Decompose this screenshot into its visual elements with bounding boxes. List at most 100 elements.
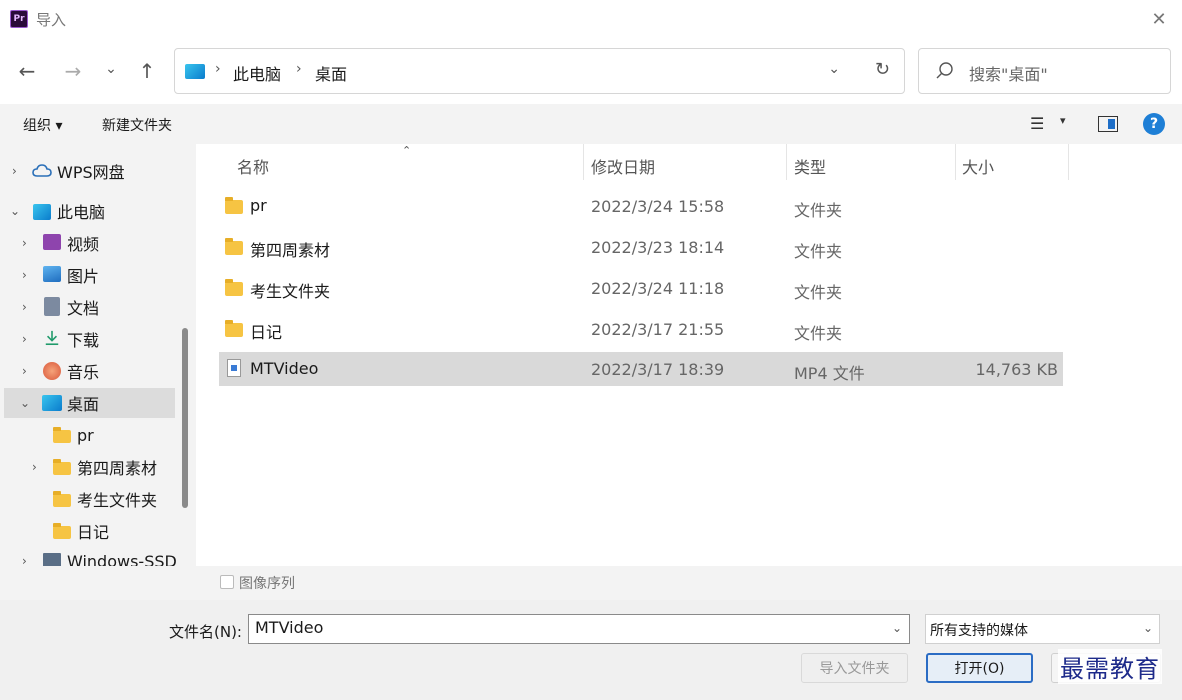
window-title: 导入	[36, 11, 67, 29]
tree-item-folder-week4[interactable]: › 第四周素材	[4, 452, 175, 482]
file-type: 文件夹	[794, 242, 843, 261]
search-placeholder: 搜索"桌面"	[969, 65, 1048, 84]
recent-locations-button[interactable]: ⌄	[98, 56, 124, 82]
forward-button[interactable]: →	[60, 58, 86, 84]
address-bar[interactable]: › 此电脑 › 桌面 ⌄ ↻	[174, 48, 905, 94]
column-divider[interactable]	[786, 144, 787, 180]
pictures-icon	[43, 266, 61, 282]
file-type: 文件夹	[794, 283, 843, 302]
import-folder-button[interactable]: 导入文件夹	[801, 653, 908, 683]
view-options-dropdown[interactable]: ▾	[1060, 114, 1066, 127]
tree-item-label: 第四周素材	[77, 459, 158, 478]
video-icon	[43, 234, 61, 250]
file-name: 考生文件夹	[250, 282, 331, 301]
command-bar: 组织 ▾ 新建文件夹 ☰ ▾ ?	[0, 104, 1182, 144]
column-divider[interactable]	[955, 144, 956, 180]
folder-icon	[53, 427, 71, 443]
file-name: 日记	[250, 323, 283, 342]
navigation-pane: › WPS网盘 ⌄ 此电脑 › 视频 › 图片 › 文档 › 下载 › 音乐 ⌄	[0, 144, 196, 566]
sort-ascending-icon: ⌃	[402, 144, 412, 157]
preview-pane-button[interactable]	[1098, 116, 1118, 132]
file-size: 14,763 KB	[975, 360, 1058, 379]
image-sequence-bar: 图像序列	[0, 566, 1182, 600]
collapse-arrow-icon[interactable]: ⌄	[10, 204, 20, 218]
expand-arrow-icon[interactable]: ›	[22, 236, 27, 250]
breadcrumb-this-pc[interactable]: 此电脑	[233, 61, 281, 85]
column-header-date[interactable]: 修改日期	[591, 154, 655, 178]
tree-item-videos[interactable]: › 视频	[4, 228, 175, 258]
column-header-name[interactable]: 名称	[237, 154, 269, 178]
tree-item-label: 下载	[67, 331, 100, 350]
navigation-pane-scrollbar[interactable]	[182, 328, 188, 508]
tree-item-documents[interactable]: › 文档	[4, 292, 175, 322]
this-pc-icon	[185, 64, 205, 79]
table-row[interactable]: 日记 2022/3/17 21:55 文件夹	[219, 312, 1063, 346]
file-type: MP4 文件	[794, 364, 865, 383]
tree-item-desktop[interactable]: ⌄ 桌面	[4, 388, 175, 418]
tree-item-label: 此电脑	[57, 203, 106, 222]
open-button[interactable]: 打开(O)	[926, 653, 1033, 683]
organize-menu-button[interactable]: 组织 ▾	[23, 115, 62, 135]
folder-icon	[53, 491, 71, 507]
tree-item-folder-examinee[interactable]: 考生文件夹	[4, 484, 175, 514]
table-row[interactable]: 考生文件夹 2022/3/24 11:18 文件夹	[219, 271, 1063, 305]
breadcrumb-desktop[interactable]: 桌面	[315, 61, 347, 85]
tree-item-label: 视频	[67, 235, 100, 254]
folder-icon	[225, 320, 243, 337]
file-list: ⌃ 名称 修改日期 类型 大小 pr 2022/3/24 15:58 文件夹 第…	[196, 144, 1182, 566]
column-header-type[interactable]: 类型	[794, 154, 826, 178]
filename-input[interactable]: MTVideo	[248, 614, 910, 644]
filter-selected-value: 所有支持的媒体	[930, 623, 1028, 639]
back-button[interactable]: ←	[14, 58, 40, 84]
file-name: MTVideo	[250, 359, 319, 378]
dialog-footer: 文件名(N): MTVideo ⌄ 所有支持的媒体 ⌄ 导入文件夹 打开(O) …	[0, 600, 1182, 700]
tree-item-this-pc[interactable]: ⌄ 此电脑	[4, 196, 175, 226]
table-row[interactable]: pr 2022/3/24 15:58 文件夹	[219, 189, 1063, 223]
premiere-app-icon: Pr	[10, 10, 28, 28]
tree-item-pictures[interactable]: › 图片	[4, 260, 175, 290]
expand-arrow-icon[interactable]: ›	[22, 554, 27, 566]
tree-item-downloads[interactable]: › 下载	[4, 324, 175, 354]
expand-arrow-icon[interactable]: ›	[22, 364, 27, 378]
tree-item-drive-c[interactable]: › Windows-SSD	[4, 546, 177, 566]
file-type: 文件夹	[794, 201, 843, 220]
tree-item-label: 音乐	[67, 363, 100, 382]
tree-item-folder-pr[interactable]: pr	[4, 420, 175, 450]
file-date: 2022/3/17 21:55	[591, 320, 725, 339]
folder-icon	[53, 523, 71, 539]
title-bar: Pr 导入 ✕	[0, 0, 1182, 38]
table-row[interactable]: 第四周素材 2022/3/23 18:14 文件夹	[219, 230, 1063, 264]
expand-arrow-icon[interactable]: ›	[22, 268, 27, 282]
filename-history-dropdown[interactable]: ⌄	[892, 621, 902, 635]
cloud-icon	[32, 164, 52, 177]
column-divider[interactable]	[1068, 144, 1069, 180]
new-folder-button[interactable]: 新建文件夹	[102, 115, 172, 135]
documents-icon	[44, 297, 60, 316]
expand-arrow-icon[interactable]: ›	[22, 300, 27, 314]
column-divider[interactable]	[583, 144, 584, 180]
chevron-down-icon: ⌄	[105, 61, 117, 77]
table-row-selected[interactable]: MTVideo 2022/3/17 18:39 MP4 文件 14,763 KB	[219, 352, 1063, 386]
help-button[interactable]: ?	[1143, 113, 1165, 135]
arrow-up-icon: ↑	[138, 59, 156, 83]
download-icon	[45, 330, 59, 346]
tree-item-folder-diary[interactable]: 日记	[4, 516, 175, 546]
refresh-button[interactable]: ↻	[875, 59, 890, 80]
file-type-filter-select[interactable]: 所有支持的媒体 ⌄	[925, 614, 1160, 644]
view-options-button[interactable]: ☰	[1030, 114, 1044, 133]
close-button[interactable]: ✕	[1148, 8, 1170, 30]
expand-arrow-icon[interactable]: ›	[32, 460, 37, 474]
image-sequence-checkbox[interactable]	[220, 575, 234, 589]
search-input[interactable]: 搜索"桌面"	[918, 48, 1171, 94]
up-button[interactable]: ↑	[134, 58, 160, 84]
tree-item-music[interactable]: › 音乐	[4, 356, 175, 386]
filename-label: 文件名(N):	[169, 623, 242, 641]
expand-arrow-icon[interactable]: ›	[22, 332, 27, 346]
arrow-right-icon: →	[64, 59, 82, 83]
address-history-dropdown[interactable]: ⌄	[828, 61, 840, 77]
column-header-size[interactable]: 大小	[962, 154, 994, 178]
collapse-arrow-icon[interactable]: ⌄	[20, 396, 30, 410]
expand-arrow-icon[interactable]: ›	[12, 164, 17, 178]
list-view-icon: ☰	[1030, 114, 1045, 133]
tree-item-wps-cloud[interactable]: › WPS网盘	[4, 156, 175, 186]
